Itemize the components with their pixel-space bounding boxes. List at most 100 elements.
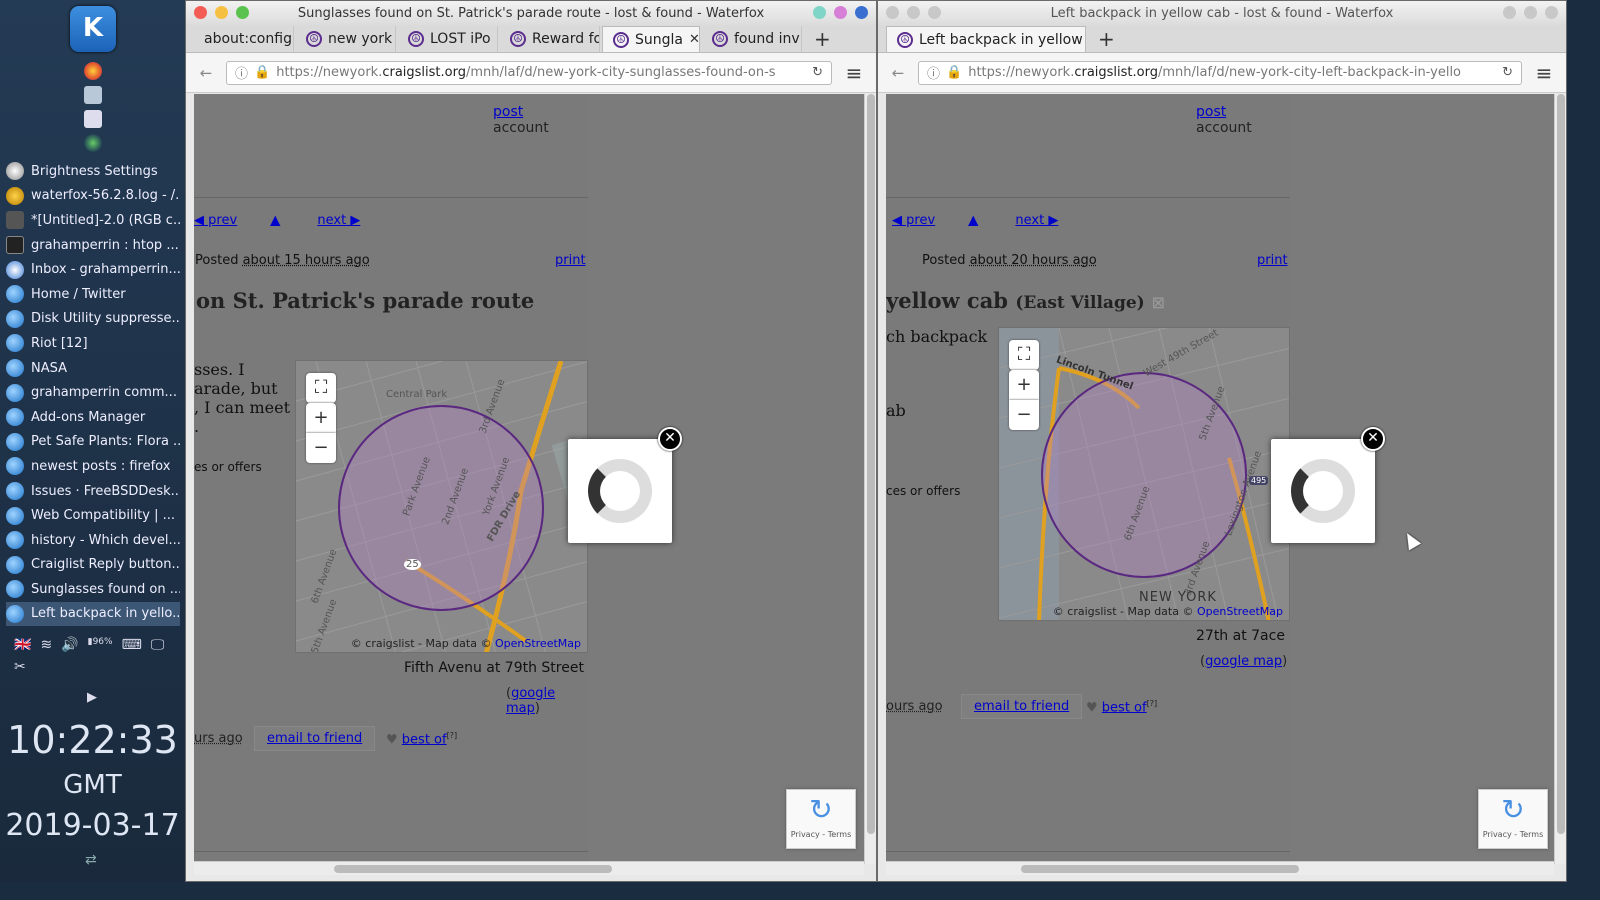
- close-dialog-button[interactable]: ✕: [658, 427, 682, 451]
- clock-time[interactable]: 10:22:33: [0, 718, 185, 762]
- up-link[interactable]: ▲: [270, 213, 280, 228]
- battery-icon[interactable]: ▮96%: [88, 637, 113, 653]
- volume-icon[interactable]: 🔊: [61, 637, 78, 653]
- account-link[interactable]: account: [1196, 120, 1252, 136]
- map[interactable]: West 49th Street Lincoln Tunnel 5th Aven…: [998, 327, 1290, 621]
- best-of-link[interactable]: ♥ best of[?]: [1086, 699, 1157, 715]
- task-item[interactable]: Craiglist Reply button...: [6, 553, 180, 578]
- task-item[interactable]: Home / Twitter: [6, 282, 180, 307]
- close-window-icon[interactable]: [886, 6, 899, 19]
- close-window-icon[interactable]: [194, 6, 207, 19]
- new-tab-button[interactable]: +: [1088, 26, 1125, 52]
- task-item[interactable]: Pet Safe Plants: Flora ...: [6, 430, 180, 455]
- titlebar[interactable]: Left backpack in yellow cab - lost & fou…: [878, 1, 1566, 25]
- up-link[interactable]: ▲: [968, 213, 978, 228]
- new-tab-button[interactable]: +: [804, 26, 841, 52]
- back-button[interactable]: ←: [194, 61, 218, 85]
- email-to-friend-button[interactable]: email to friend: [254, 726, 376, 751]
- zoom-out-button[interactable]: −: [306, 433, 336, 463]
- task-item[interactable]: Disk Utility suppresse...: [6, 307, 180, 332]
- url-bar[interactable]: ⓘ 🔒 https://newyork.craigslist.org/mnh/l…: [918, 60, 1522, 85]
- reload-icon[interactable]: ↻: [1502, 65, 1513, 80]
- maximize-window-icon[interactable]: [928, 6, 941, 19]
- task-item[interactable]: Issues · FreeBSDDesk...: [6, 479, 180, 504]
- uk-flag-icon[interactable]: 🇬🇧: [14, 637, 31, 653]
- info-icon[interactable]: ⓘ: [235, 63, 248, 82]
- google-map-link[interactable]: (google map): [506, 686, 588, 716]
- hamburger-menu-icon[interactable]: ≡: [1530, 61, 1558, 85]
- reload-icon[interactable]: ↻: [812, 65, 823, 80]
- tab-lost-ipod[interactable]: ☮ LOST iPo: [398, 26, 498, 52]
- task-item[interactable]: waterfox-56.2.8.log - /...: [6, 184, 180, 209]
- account-link[interactable]: account: [493, 120, 549, 136]
- scroll-thumb[interactable]: [867, 94, 875, 834]
- shade-icon[interactable]: [1524, 6, 1537, 19]
- back-button[interactable]: ←: [886, 61, 910, 85]
- menu-icon[interactable]: [1545, 6, 1558, 19]
- url-bar[interactable]: ⓘ 🔒 https://newyork.craigslist.org/mnh/l…: [226, 60, 832, 85]
- task-item[interactable]: newest posts : firefox: [6, 454, 180, 479]
- email-to-friend-button[interactable]: email to friend: [961, 694, 1083, 719]
- zoom-in-button[interactable]: +: [1009, 370, 1039, 400]
- globe-icon[interactable]: [84, 134, 102, 152]
- keep-above-icon[interactable]: [813, 6, 826, 19]
- info-icon[interactable]: ⓘ: [927, 63, 940, 82]
- task-item[interactable]: Brightness Settings: [6, 159, 180, 184]
- shade-icon[interactable]: [834, 6, 847, 19]
- post-link[interactable]: post: [1196, 104, 1226, 120]
- close-dialog-button[interactable]: ✕: [1361, 427, 1385, 451]
- task-item[interactable]: NASA: [6, 356, 180, 381]
- hamburger-menu-icon[interactable]: ≡: [840, 61, 868, 85]
- task-item[interactable]: *[Untitled]-2.0 (RGB c...: [6, 208, 180, 233]
- firefox-launcher-icon[interactable]: [84, 62, 102, 80]
- task-item[interactable]: grahamperrin comm...: [6, 380, 180, 405]
- tab-new-york[interactable]: ☮ new york: [296, 26, 396, 52]
- tab-sunglasses[interactable]: ☮ Sungla ✕: [602, 26, 700, 52]
- task-item[interactable]: Web Compatibility | ...: [6, 503, 180, 528]
- zoom-out-button[interactable]: −: [1009, 400, 1039, 430]
- vertical-scrollbar[interactable]: [864, 94, 876, 864]
- kde-launcher-icon[interactable]: K: [70, 6, 116, 52]
- maximize-window-icon[interactable]: [236, 6, 249, 19]
- text-editor-icon[interactable]: [84, 110, 102, 128]
- titlebar[interactable]: Sunglasses found on St. Patrick's parade…: [186, 1, 876, 25]
- task-item[interactable]: Riot [12]: [6, 331, 180, 356]
- minimize-window-icon[interactable]: [215, 6, 228, 19]
- tab-left-backpack[interactable]: ☮Left backpack in yellow✕: [886, 26, 1086, 52]
- task-item[interactable]: history - Which devel...: [6, 528, 180, 553]
- keyboard-icon[interactable]: ⌨: [122, 637, 142, 653]
- horizontal-scrollbar[interactable]: [886, 861, 1554, 875]
- next-link[interactable]: next ▶: [317, 213, 360, 228]
- hide-posting-icon[interactable]: ☒: [1152, 296, 1165, 312]
- task-item[interactable]: Sunglasses found on ...: [6, 577, 180, 602]
- recaptcha-badge[interactable]: ↻ Privacy - Terms: [786, 789, 856, 849]
- task-item[interactable]: grahamperrin : htop ...: [6, 233, 180, 258]
- task-item-active[interactable]: Left backpack in yello...: [6, 601, 180, 627]
- expand-arrow-icon[interactable]: ▶: [87, 690, 97, 705]
- print-link[interactable]: print: [555, 253, 586, 268]
- fullscreen-map-button[interactable]: ⛶: [306, 373, 336, 403]
- vertical-scrollbar[interactable]: [1554, 94, 1566, 864]
- fullscreen-map-button[interactable]: ⛶: [1009, 340, 1039, 370]
- prev-link[interactable]: ◀ prev: [194, 213, 237, 228]
- wifi-icon[interactable]: ≋: [40, 637, 52, 653]
- task-item[interactable]: Inbox - grahamperrin...: [6, 257, 180, 282]
- menu-icon[interactable]: [855, 6, 868, 19]
- minimize-window-icon[interactable]: [907, 6, 920, 19]
- file-manager-icon[interactable]: [84, 86, 102, 104]
- best-of-link[interactable]: ♥ best of[?]: [386, 731, 457, 747]
- next-link[interactable]: next ▶: [1015, 213, 1058, 228]
- display-icon[interactable]: 🖵: [151, 637, 165, 653]
- scroll-thumb[interactable]: [334, 865, 612, 873]
- recaptcha-badge[interactable]: ↻ Privacy - Terms: [1478, 789, 1548, 849]
- tab-about-config[interactable]: about:config: [194, 26, 294, 52]
- post-link[interactable]: post: [493, 104, 523, 120]
- zoom-in-button[interactable]: +: [306, 403, 336, 433]
- horizontal-scrollbar[interactable]: [194, 861, 864, 875]
- map[interactable]: Central Park 3rd Avenue Park Avenue 2nd …: [295, 360, 588, 653]
- print-link[interactable]: print: [1257, 253, 1288, 268]
- scissors-icon[interactable]: ✂: [14, 659, 26, 675]
- tab-reward[interactable]: ☮ Reward fo: [500, 26, 600, 52]
- google-map-link[interactable]: (google map): [1200, 654, 1287, 669]
- scroll-thumb[interactable]: [1557, 94, 1565, 834]
